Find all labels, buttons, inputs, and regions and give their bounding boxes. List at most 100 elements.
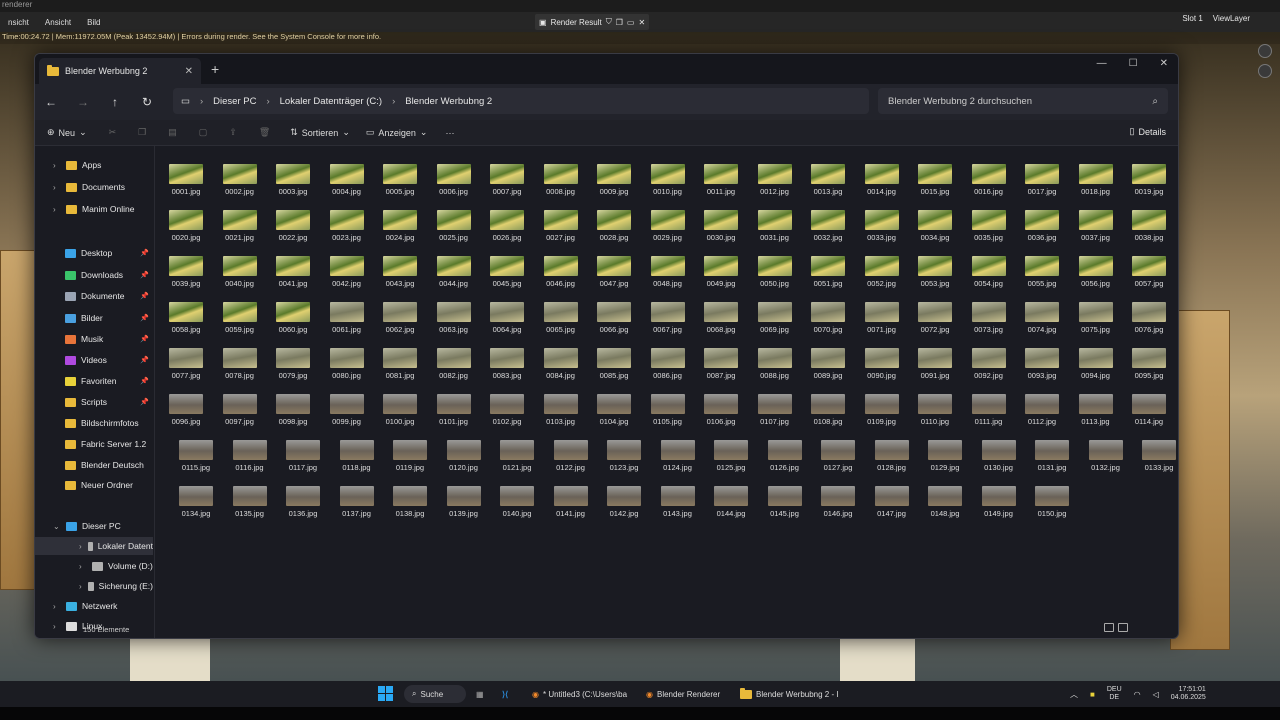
more-options-button[interactable]: ···	[445, 128, 454, 138]
file-item[interactable]: 0131.jpg	[1029, 440, 1075, 480]
file-item[interactable]: 0141.jpg	[548, 486, 594, 526]
delete-icon[interactable]: 🗑	[259, 127, 270, 138]
file-item[interactable]: 0007.jpg	[484, 164, 530, 204]
close-icon[interactable]: ✕	[638, 18, 645, 27]
sidebar-item[interactable]: Dokumente 📌	[35, 287, 153, 305]
vscode-icon[interactable]: ⟩⟨	[502, 685, 508, 703]
file-item[interactable]: 0071.jpg	[859, 302, 905, 342]
menu-view[interactable]: Ansicht	[37, 18, 79, 27]
file-item[interactable]: 0019.jpg	[1126, 164, 1172, 204]
file-item[interactable]: 0097.jpg	[217, 394, 263, 434]
file-item[interactable]: 0130.jpg	[976, 440, 1022, 480]
file-item[interactable]: 0100.jpg	[377, 394, 423, 434]
file-item[interactable]: 0010.jpg	[645, 164, 691, 204]
file-item[interactable]: 0098.jpg	[270, 394, 316, 434]
share-icon[interactable]: ⇪	[229, 127, 237, 138]
file-item[interactable]: 0014.jpg	[859, 164, 905, 204]
file-item[interactable]: 0018.jpg	[1073, 164, 1119, 204]
tray-app-icon[interactable]: ■	[1090, 690, 1095, 699]
file-item[interactable]: 0046.jpg	[538, 256, 584, 296]
sidebar-item[interactable]: Blender Deutsch	[35, 456, 153, 474]
file-item[interactable]: 0120.jpg	[441, 440, 487, 480]
file-item[interactable]: 0073.jpg	[966, 302, 1012, 342]
file-item[interactable]: 0029.jpg	[645, 210, 691, 250]
file-item[interactable]: 0128.jpg	[869, 440, 915, 480]
file-item[interactable]: 0044.jpg	[431, 256, 477, 296]
file-item[interactable]: 0133.jpg	[1136, 440, 1178, 480]
file-item[interactable]: 0099.jpg	[324, 394, 370, 434]
file-item[interactable]: 0102.jpg	[484, 394, 530, 434]
back-arrow-icon[interactable]: ←	[35, 95, 67, 109]
menu-image[interactable]: Bild	[79, 18, 108, 27]
forward-arrow-icon[interactable]: →	[67, 95, 99, 109]
file-item[interactable]: 0115.jpg	[173, 440, 219, 480]
file-item[interactable]: 0081.jpg	[377, 348, 423, 388]
file-item[interactable]: 0094.jpg	[1073, 348, 1119, 388]
sidebar-item[interactable]: Neuer Ordner	[35, 476, 153, 494]
file-item[interactable]: 0021.jpg	[217, 210, 263, 250]
sidebar-item[interactable]: Musik 📌	[35, 330, 153, 348]
file-item[interactable]: 0096.jpg	[163, 394, 209, 434]
chevron-right-icon[interactable]: ›	[53, 602, 61, 611]
file-item[interactable]: 0108.jpg	[805, 394, 851, 434]
file-item[interactable]: 0053.jpg	[912, 256, 958, 296]
file-item[interactable]: 0051.jpg	[805, 256, 851, 296]
file-item[interactable]: 0084.jpg	[538, 348, 584, 388]
file-item[interactable]: 0025.jpg	[431, 210, 477, 250]
chevron-up-icon[interactable]: ︿	[1070, 689, 1078, 700]
file-item[interactable]: 0052.jpg	[859, 256, 905, 296]
file-item[interactable]: 0012.jpg	[752, 164, 798, 204]
file-item[interactable]: 0002.jpg	[217, 164, 263, 204]
file-item[interactable]: 0001.jpg	[163, 164, 209, 204]
file-item[interactable]: 0082.jpg	[431, 348, 477, 388]
file-item[interactable]: 0142.jpg	[601, 486, 647, 526]
file-item[interactable]: 0039.jpg	[163, 256, 209, 296]
copy-icon[interactable]: ❐	[616, 18, 623, 27]
file-item[interactable]: 0020.jpg	[163, 210, 209, 250]
folder-icon[interactable]: ▭	[627, 18, 635, 27]
file-item[interactable]: 0113.jpg	[1073, 394, 1119, 434]
file-item[interactable]: 0089.jpg	[805, 348, 851, 388]
menu-view-partial[interactable]: nsicht	[0, 18, 37, 27]
new-button[interactable]: ⊕ Neu ⌄	[47, 127, 87, 138]
file-item[interactable]: 0124.jpg	[655, 440, 701, 480]
file-item[interactable]: 0013.jpg	[805, 164, 851, 204]
file-item[interactable]: 0041.jpg	[270, 256, 316, 296]
file-item[interactable]: 0054.jpg	[966, 256, 1012, 296]
language-indicator[interactable]: DEU DE	[1107, 686, 1122, 702]
file-item[interactable]: 0112.jpg	[1019, 394, 1065, 434]
file-item[interactable]: 0017.jpg	[1019, 164, 1065, 204]
file-item[interactable]: 0143.jpg	[655, 486, 701, 526]
file-item[interactable]: 0061.jpg	[324, 302, 370, 342]
file-item[interactable]: 0122.jpg	[548, 440, 594, 480]
tiles-view-icon[interactable]	[1118, 623, 1128, 632]
chevron-right-icon[interactable]: ›	[79, 542, 83, 551]
paste-icon[interactable]: ▤	[168, 127, 177, 138]
file-item[interactable]: 0028.jpg	[591, 210, 637, 250]
file-item[interactable]: 0111.jpg	[966, 394, 1012, 434]
file-item[interactable]: 0011.jpg	[698, 164, 744, 204]
sidebar-item[interactable]: Bildschirmfotos	[35, 414, 153, 432]
sidebar-item[interactable]: Scripts 📌	[35, 393, 153, 411]
file-item[interactable]: 0083.jpg	[484, 348, 530, 388]
file-item[interactable]: 0005.jpg	[377, 164, 423, 204]
breadcrumb-item[interactable]: Blender Werbubng 2	[405, 96, 492, 107]
sidebar-item[interactable]: › Lokaler Datent	[35, 537, 153, 555]
file-item[interactable]: 0055.jpg	[1019, 256, 1065, 296]
file-item[interactable]: 0022.jpg	[270, 210, 316, 250]
file-item[interactable]: 0036.jpg	[1019, 210, 1065, 250]
sort-button[interactable]: ⇅ Sortieren ⌄	[290, 127, 350, 138]
file-item[interactable]: 0067.jpg	[645, 302, 691, 342]
wifi-icon[interactable]: ◠	[1134, 690, 1141, 699]
file-item[interactable]: 0138.jpg	[387, 486, 433, 526]
file-item[interactable]: 0024.jpg	[377, 210, 423, 250]
file-item[interactable]: 0077.jpg	[163, 348, 209, 388]
file-item[interactable]: 0048.jpg	[645, 256, 691, 296]
file-item[interactable]: 0145.jpg	[762, 486, 808, 526]
file-item[interactable]: 0006.jpg	[431, 164, 477, 204]
view-button[interactable]: ▭ Anzeigen ⌄	[366, 127, 428, 138]
file-item[interactable]: 0101.jpg	[431, 394, 477, 434]
file-item[interactable]: 0149.jpg	[976, 486, 1022, 526]
render-result-selector[interactable]: ▣ Render Result ⛉ ❐ ▭ ✕	[535, 14, 650, 30]
cut-icon[interactable]: ✂	[109, 127, 117, 138]
